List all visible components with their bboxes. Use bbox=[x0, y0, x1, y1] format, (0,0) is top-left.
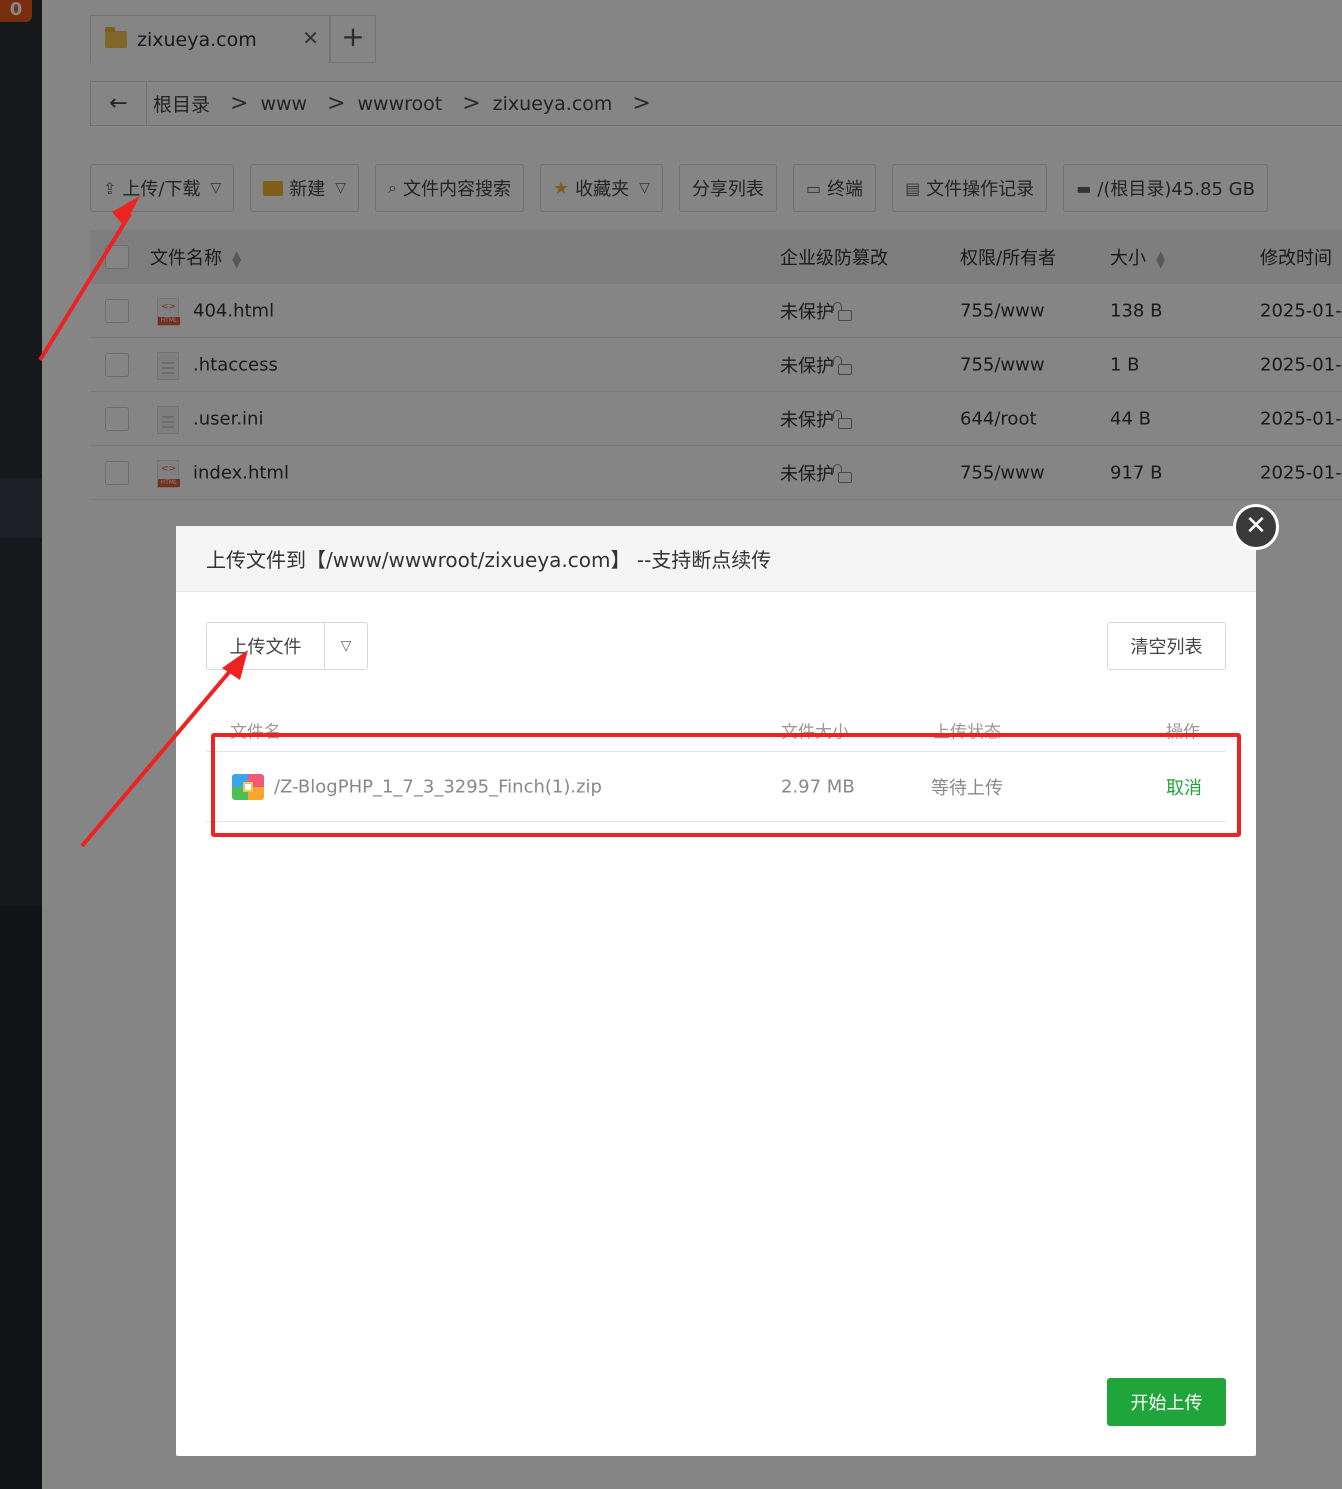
dialog-title: 上传文件到【/www/wwwroot/zixueya.com】 --支持断点续传 bbox=[176, 526, 1256, 592]
upload-file-button[interactable]: 上传文件 bbox=[207, 623, 325, 669]
upload-dialog: 上传文件到【/www/wwwroot/zixueya.com】 --支持断点续传… bbox=[176, 526, 1256, 1456]
upload-file-split-button: 上传文件 ▽ bbox=[206, 622, 368, 670]
close-icon[interactable]: ✕ bbox=[1233, 504, 1279, 550]
annotation-highlight-box bbox=[211, 733, 1241, 837]
clear-list-button[interactable]: 清空列表 bbox=[1107, 622, 1226, 670]
chevron-down-icon[interactable]: ▽ bbox=[325, 623, 367, 669]
start-upload-button[interactable]: 开始上传 bbox=[1107, 1378, 1226, 1426]
